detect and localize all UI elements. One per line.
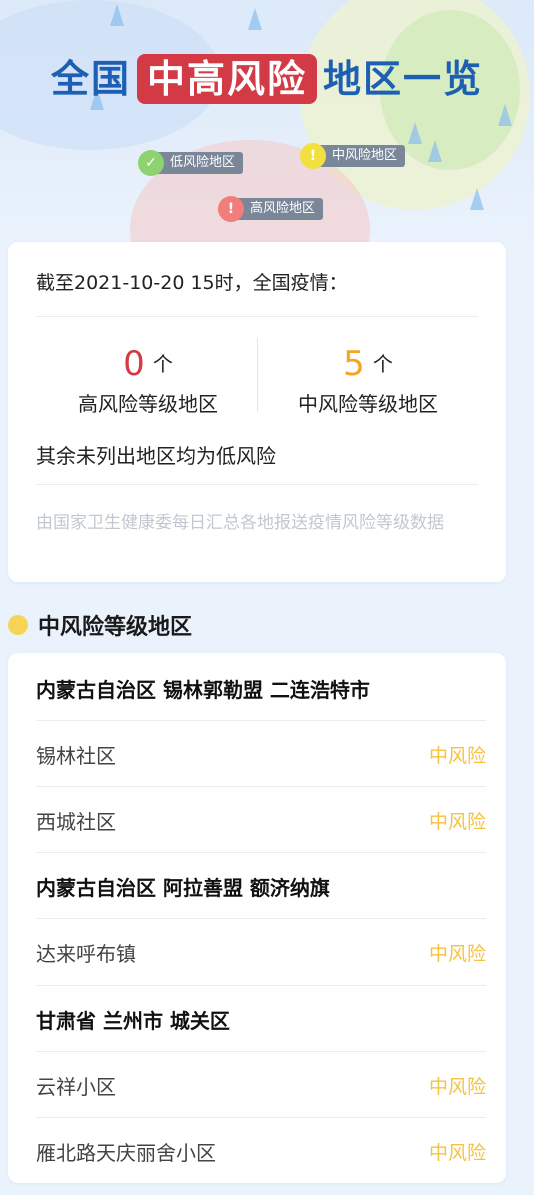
check-icon: ✓: [138, 150, 164, 176]
tree-icon: [470, 188, 484, 210]
medium-risk-unit: 个: [372, 352, 393, 376]
medium-risk-label: 中风险等级地区: [298, 392, 438, 416]
region-name: 内蒙古自治区 锡林郭勒盟 二连浩特市: [36, 677, 370, 702]
risk-level-badge: 中风险: [428, 744, 486, 767]
divider: [36, 484, 478, 485]
region-name: 内蒙古自治区 阿拉善盟 额济纳旗: [36, 875, 330, 900]
exclamation-icon: !: [300, 143, 326, 169]
risk-level-badge: 中风险: [428, 1075, 486, 1098]
legend-high-risk: ! 高风险地区: [218, 196, 324, 222]
list-item[interactable]: 云祥小区 中风险: [36, 1052, 486, 1118]
risk-level-badge: 中风险: [428, 1141, 486, 1164]
low-risk-note: 其余未列出地区均为低风险: [36, 444, 276, 468]
region-name: 甘肃省 兰州市 城关区: [36, 1008, 230, 1033]
area-name: 云祥小区: [36, 1074, 116, 1099]
area-name: 西城社区: [36, 809, 116, 834]
tree-icon: [408, 122, 422, 144]
summary-card: 截至2021-10-20 15时，全国疫情： 0个 高风险等级地区 5个 中风险…: [8, 242, 506, 582]
area-name: 雁北路天庆丽舍小区: [36, 1140, 216, 1165]
list-item[interactable]: 锡林社区 中风险: [36, 721, 486, 787]
page-title: 全国 中高风险 地区一览: [0, 48, 534, 104]
high-risk-stat: 0个 高风险等级地区: [38, 342, 258, 417]
tree-icon: [248, 8, 262, 30]
risk-level-badge: 中风险: [428, 942, 486, 965]
legend-medium-risk: ! 中风险地区: [300, 143, 406, 169]
list-item[interactable]: 西城社区 中风险: [36, 787, 486, 853]
medium-risk-list: 内蒙古自治区 锡林郭勒盟 二连浩特市 锡林社区 中风险 西城社区 中风险 内蒙古…: [8, 653, 506, 1183]
legend-low-risk: ✓ 低风险地区: [138, 150, 244, 176]
legend-medium-label: 中风险地区: [316, 145, 406, 167]
area-name: 达来呼布镇: [36, 941, 136, 966]
tree-icon: [428, 140, 442, 162]
risk-level-badge: 中风险: [428, 810, 486, 833]
as-of-text: 截至2021-10-20 15时，全国疫情：: [36, 272, 348, 294]
region-group-header: 甘肃省 兰州市 城关区: [36, 986, 486, 1052]
high-risk-count: 0: [123, 344, 145, 384]
legend-low-label: 低风险地区: [154, 152, 244, 174]
medium-risk-section-header: 中风险等级地区: [8, 610, 192, 640]
high-risk-unit: 个: [152, 352, 173, 376]
list-item[interactable]: 雁北路天庆丽舍小区 中风险: [36, 1118, 486, 1183]
title-prefix: 全国: [50, 57, 131, 101]
legend-high-label: 高风险地区: [234, 198, 324, 220]
tree-icon: [498, 104, 512, 126]
title-highlight: 中高风险: [136, 54, 317, 104]
medium-risk-stat: 5个 中风险等级地区: [258, 342, 478, 417]
tree-icon: [110, 4, 124, 26]
hero-banner: 全国 中高风险 地区一览 ✓ 低风险地区 ! 中风险地区 ! 高风险地区: [0, 0, 534, 245]
medium-risk-count: 5: [343, 344, 365, 384]
list-item[interactable]: 达来呼布镇 中风险: [36, 919, 486, 985]
high-risk-label: 高风险等级地区: [78, 392, 218, 416]
region-group-header: 内蒙古自治区 阿拉善盟 额济纳旗: [36, 853, 486, 919]
region-group-header: 内蒙古自治区 锡林郭勒盟 二连浩特市: [36, 655, 486, 721]
section-title: 中风险等级地区: [38, 615, 193, 640]
divider: [36, 316, 478, 317]
exclamation-icon: !: [218, 196, 244, 222]
area-name: 锡林社区: [36, 743, 116, 768]
data-source-note: 由国家卫生健康委每日汇总各地报送疫情风险等级数据: [36, 513, 444, 533]
yellow-dot-icon: [8, 615, 28, 635]
title-suffix: 地区一览: [323, 57, 484, 101]
